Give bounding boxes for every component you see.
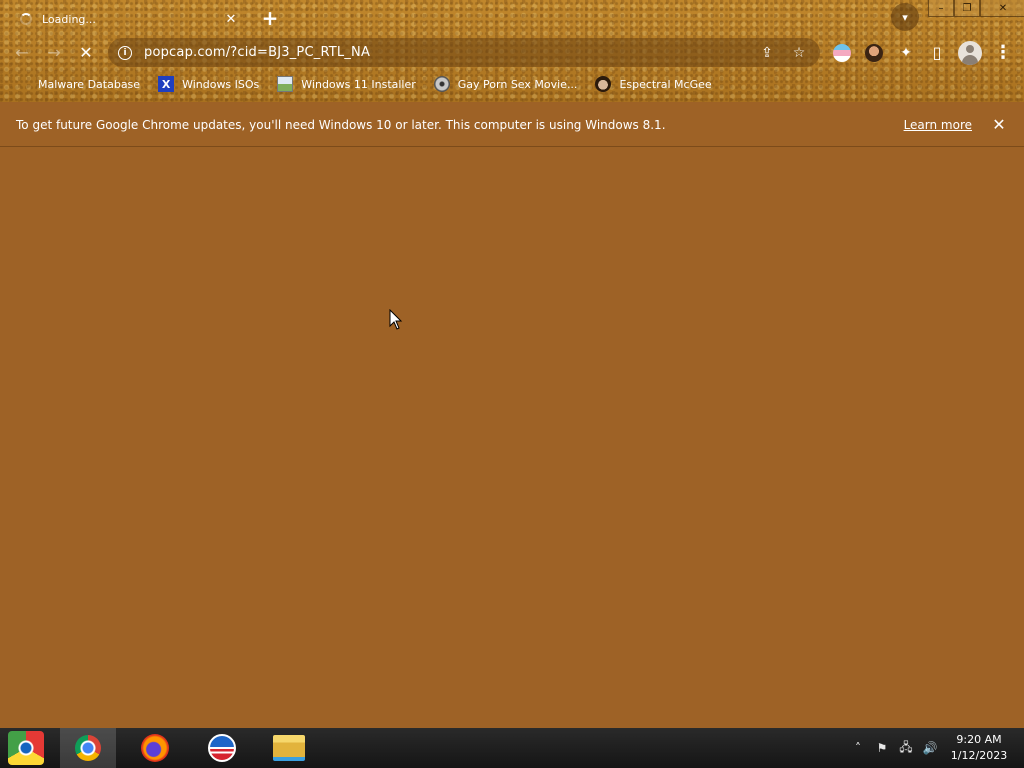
tab-search-button[interactable]: ▾ <box>891 3 919 31</box>
system-clock[interactable]: 9:20 AM 1/12/2023 <box>944 732 1014 764</box>
chrome-menu-icon[interactable]: ⋮ <box>994 42 1012 63</box>
window-controls: – ❐ ✕ <box>928 0 1024 17</box>
url-text[interactable]: popcap.com/?cid=BJ3_PC_RTL_NA <box>144 45 746 60</box>
browser-frame: Loading... ✕ + ▾ – ❐ ✕ ← → ✕ i popcap.co… <box>0 0 1024 102</box>
infobar-close-icon[interactable]: ✕ <box>990 115 1008 134</box>
restore-button[interactable]: ❐ <box>954 0 980 17</box>
forward-button[interactable]: → <box>43 42 65 64</box>
taskbar-chrome[interactable] <box>60 728 116 768</box>
infobar-message: To get future Google Chrome updates, you… <box>16 117 666 132</box>
network-icon[interactable]: 🖧 <box>897 738 915 759</box>
taskbar-firefox[interactable] <box>127 728 183 768</box>
toolbar: ← → ✕ i popcap.com/?cid=BJ3_PC_RTL_NA ⇪ … <box>0 36 1024 70</box>
taskbar-obama-badge[interactable] <box>194 728 250 768</box>
mouse-cursor-icon <box>389 309 403 330</box>
system-tray: ˄ ⚑ 🖧 🔊 <box>846 728 942 768</box>
bookmark-label: Espectral McGee <box>619 77 712 91</box>
obama-badge-icon <box>208 734 236 762</box>
avatar-extension-icon[interactable] <box>865 44 883 62</box>
update-infobar: To get future Google Chrome updates, you… <box>0 103 1024 147</box>
tab-close-icon[interactable]: ✕ <box>222 12 240 27</box>
bookmark-windows-isos[interactable]: X Windows ISOs <box>158 76 259 92</box>
profile-avatar-icon[interactable] <box>958 41 982 65</box>
extensions-puzzle-icon[interactable]: ✦ <box>897 44 915 62</box>
image-icon <box>277 76 294 92</box>
bookmarks-bar: Malware Database X Windows ISOs Windows … <box>0 72 1024 96</box>
x-icon: X <box>158 76 175 92</box>
malware-icon <box>14 76 30 92</box>
face-icon <box>595 76 612 92</box>
clock-date: 1/12/2023 <box>950 749 1008 762</box>
trans-flag-extension-icon[interactable] <box>833 44 851 62</box>
action-center-flag-icon[interactable]: ⚑ <box>873 741 891 755</box>
share-icon[interactable]: ⇪ <box>756 45 778 61</box>
start-button[interactable] <box>8 731 44 765</box>
bookmark-malware-database[interactable]: Malware Database <box>14 76 140 92</box>
address-bar[interactable]: i popcap.com/?cid=BJ3_PC_RTL_NA ⇪ ☆ <box>108 38 820 67</box>
bookmark-label: Windows ISOs <box>182 77 260 91</box>
site-info-icon[interactable]: i <box>118 45 132 60</box>
folder-icon <box>273 735 305 761</box>
clock-time: 9:20 AM <box>956 733 1002 746</box>
bookmark-label: Malware Database <box>38 77 141 91</box>
loading-spinner-icon <box>20 13 32 25</box>
bookmark-windows-11-installer[interactable]: Windows 11 Installer <box>277 76 416 92</box>
side-panel-icon[interactable]: ▯ <box>928 44 946 62</box>
minimize-button[interactable]: – <box>928 0 954 17</box>
bookmark-movie[interactable]: Gay Porn Sex Movie... <box>433 76 578 92</box>
firefox-icon <box>141 734 169 762</box>
tray-chevron-icon[interactable]: ˄ <box>849 741 867 755</box>
chevron-down-icon: ▾ <box>902 10 908 24</box>
disc-icon <box>433 76 450 92</box>
volume-icon[interactable]: 🔊 <box>921 741 939 755</box>
new-tab-button[interactable]: + <box>260 6 280 30</box>
stop-loading-button[interactable]: ✕ <box>75 42 97 64</box>
window-close-button[interactable]: ✕ <box>980 0 1024 17</box>
taskbar-file-explorer[interactable] <box>261 728 317 768</box>
taskbar: ˄ ⚑ 🖧 🔊 9:20 AM 1/12/2023 <box>0 728 1024 768</box>
bookmark-label: Windows 11 Installer <box>301 77 416 91</box>
tab-loading[interactable]: Loading... ✕ <box>8 4 248 34</box>
tab-title: Loading... <box>42 12 96 26</box>
page-content[interactable] <box>0 148 1024 728</box>
bookmark-espectral-mcgee[interactable]: Espectral McGee <box>595 76 712 92</box>
bookmark-star-icon[interactable]: ☆ <box>788 45 810 61</box>
chrome-icon <box>75 735 101 761</box>
learn-more-link[interactable]: Learn more <box>904 118 972 132</box>
back-button[interactable]: ← <box>11 42 33 64</box>
bookmark-label: Gay Porn Sex Movie... <box>457 77 578 91</box>
